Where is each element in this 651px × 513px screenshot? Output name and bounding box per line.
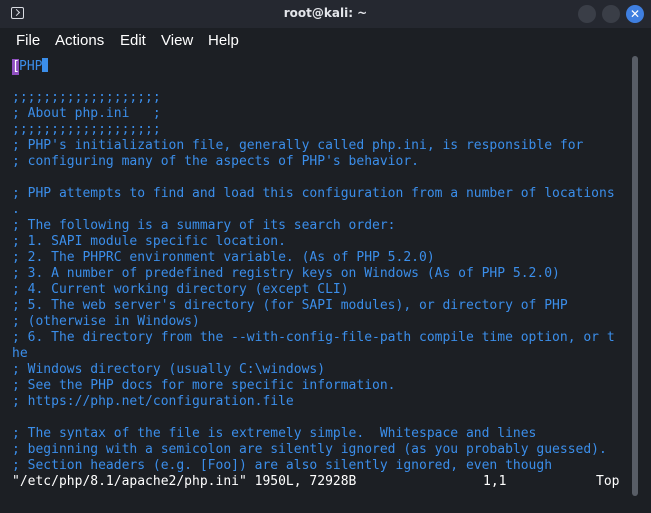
status-scroll-position: Top (596, 474, 620, 489)
editor-line: ; See the PHP docs for more specific inf… (12, 378, 396, 393)
close-button[interactable]: ✕ (626, 5, 644, 23)
editor-line: ;;;;;;;;;;;;;;;;;;; (12, 90, 161, 105)
editor-line: ; The syntax of the file is extremely si… (12, 426, 537, 441)
menu-edit[interactable]: Edit (120, 32, 146, 49)
close-icon: ✕ (629, 7, 641, 21)
editor-line: ; 1. SAPI module specific location. (12, 234, 286, 249)
menu-file[interactable]: File (16, 32, 40, 49)
editor-line: ;;;;;;;;;;;;;;;;;;; (12, 122, 161, 137)
vertical-scrollbar[interactable] (632, 56, 638, 496)
first-line-text: PHP (19, 59, 43, 74)
editor-line: ; configuring many of the aspects of PHP… (12, 154, 419, 169)
title-bar[interactable]: root@kali: ~ ✕ (0, 0, 651, 28)
cursor-highlight (42, 58, 49, 72)
status-file-info: "/etc/php/8.1/apache2/php.ini" 1950L, 72… (12, 474, 357, 489)
editor-line: ; beginning with a semicolon are silentl… (12, 442, 607, 457)
editor-line: ; The following is a summary of its sear… (12, 218, 396, 233)
editor-line: ; https://php.net/configuration.file (12, 394, 294, 409)
editor-line: he (12, 346, 28, 361)
scrollbar-thumb[interactable] (632, 56, 638, 496)
editor-first-line: [PHP (12, 58, 49, 75)
menu-bar: File Actions Edit View Help (0, 28, 651, 53)
editor-line: ; PHP's initialization file, generally c… (12, 138, 584, 153)
minimize-button[interactable] (578, 5, 596, 23)
editor-line: ; Section headers (e.g. [Foo]) are also … (12, 458, 553, 473)
terminal-content[interactable]: [PHP ;;;;;;;;;;;;;;;;;;; ; About php.ini… (0, 53, 640, 513)
editor-line: ; Windows directory (usually C:\windows) (12, 362, 326, 377)
window-title: root@kali: ~ (283, 6, 368, 20)
menu-help[interactable]: Help (208, 32, 239, 49)
terminal-window: root@kali: ~ ✕ File Actions Edit View He… (0, 0, 651, 513)
editor-line: ; 3. A number of predefined registry key… (12, 266, 560, 281)
status-cursor-position: 1,1 (483, 474, 507, 489)
menu-actions[interactable]: Actions (55, 32, 104, 49)
editor-line: ; 4. Current working directory (except C… (12, 282, 349, 297)
editor-line: ; About php.ini ; (12, 106, 161, 121)
editor-line: ; 6. The directory from the --with-confi… (12, 330, 615, 345)
editor-line: ; (otherwise in Windows) (12, 314, 200, 329)
editor-line: ; 5. The web server's directory (for SAP… (12, 298, 568, 313)
menu-view[interactable]: View (161, 32, 193, 49)
maximize-button[interactable] (602, 5, 620, 23)
text-cursor: [ (12, 59, 20, 75)
editor-line: ; PHP attempts to find and load this con… (12, 186, 615, 201)
editor-line: . (12, 202, 20, 217)
editor-line: ; 2. The PHPRC environment variable. (As… (12, 250, 435, 265)
